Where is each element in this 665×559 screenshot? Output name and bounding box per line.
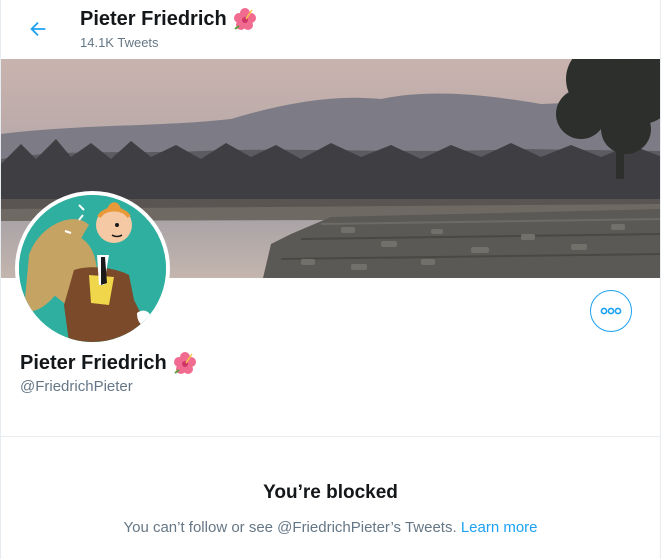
profile-handle: @FriedrichPieter	[20, 378, 133, 395]
header-title: Pieter Friedrich	[80, 6, 257, 32]
hibiscus-flower-icon	[173, 352, 196, 374]
profile-avatar[interactable]	[15, 191, 170, 346]
profile-name-text: Pieter Friedrich	[20, 352, 167, 374]
blocked-message: You can’t follow or see @FriedrichPieter…	[1, 519, 660, 536]
header-tweet-count: 14.1K Tweets	[80, 35, 159, 50]
blocked-message-text: You can’t follow or see @FriedrichPieter…	[123, 519, 457, 536]
blocked-title: You’re blocked	[263, 482, 398, 503]
hibiscus-flower-icon	[233, 8, 256, 30]
profile-page: Pieter Friedrich 14.1K Tweets Pieter Fri…	[0, 0, 661, 559]
back-arrow-icon	[30, 21, 46, 37]
learn-more-link[interactable]: Learn more	[461, 519, 538, 536]
profile-header-bar: Pieter Friedrich 14.1K Tweets	[1, 0, 660, 59]
more-options-button[interactable]	[590, 290, 632, 332]
profile-display-name: Pieter Friedrich	[20, 350, 197, 376]
avatar-image	[19, 195, 166, 342]
section-divider	[1, 436, 660, 437]
more-dots-icon	[600, 307, 622, 315]
back-button[interactable]	[23, 14, 53, 44]
header-name: Pieter Friedrich	[80, 8, 227, 30]
